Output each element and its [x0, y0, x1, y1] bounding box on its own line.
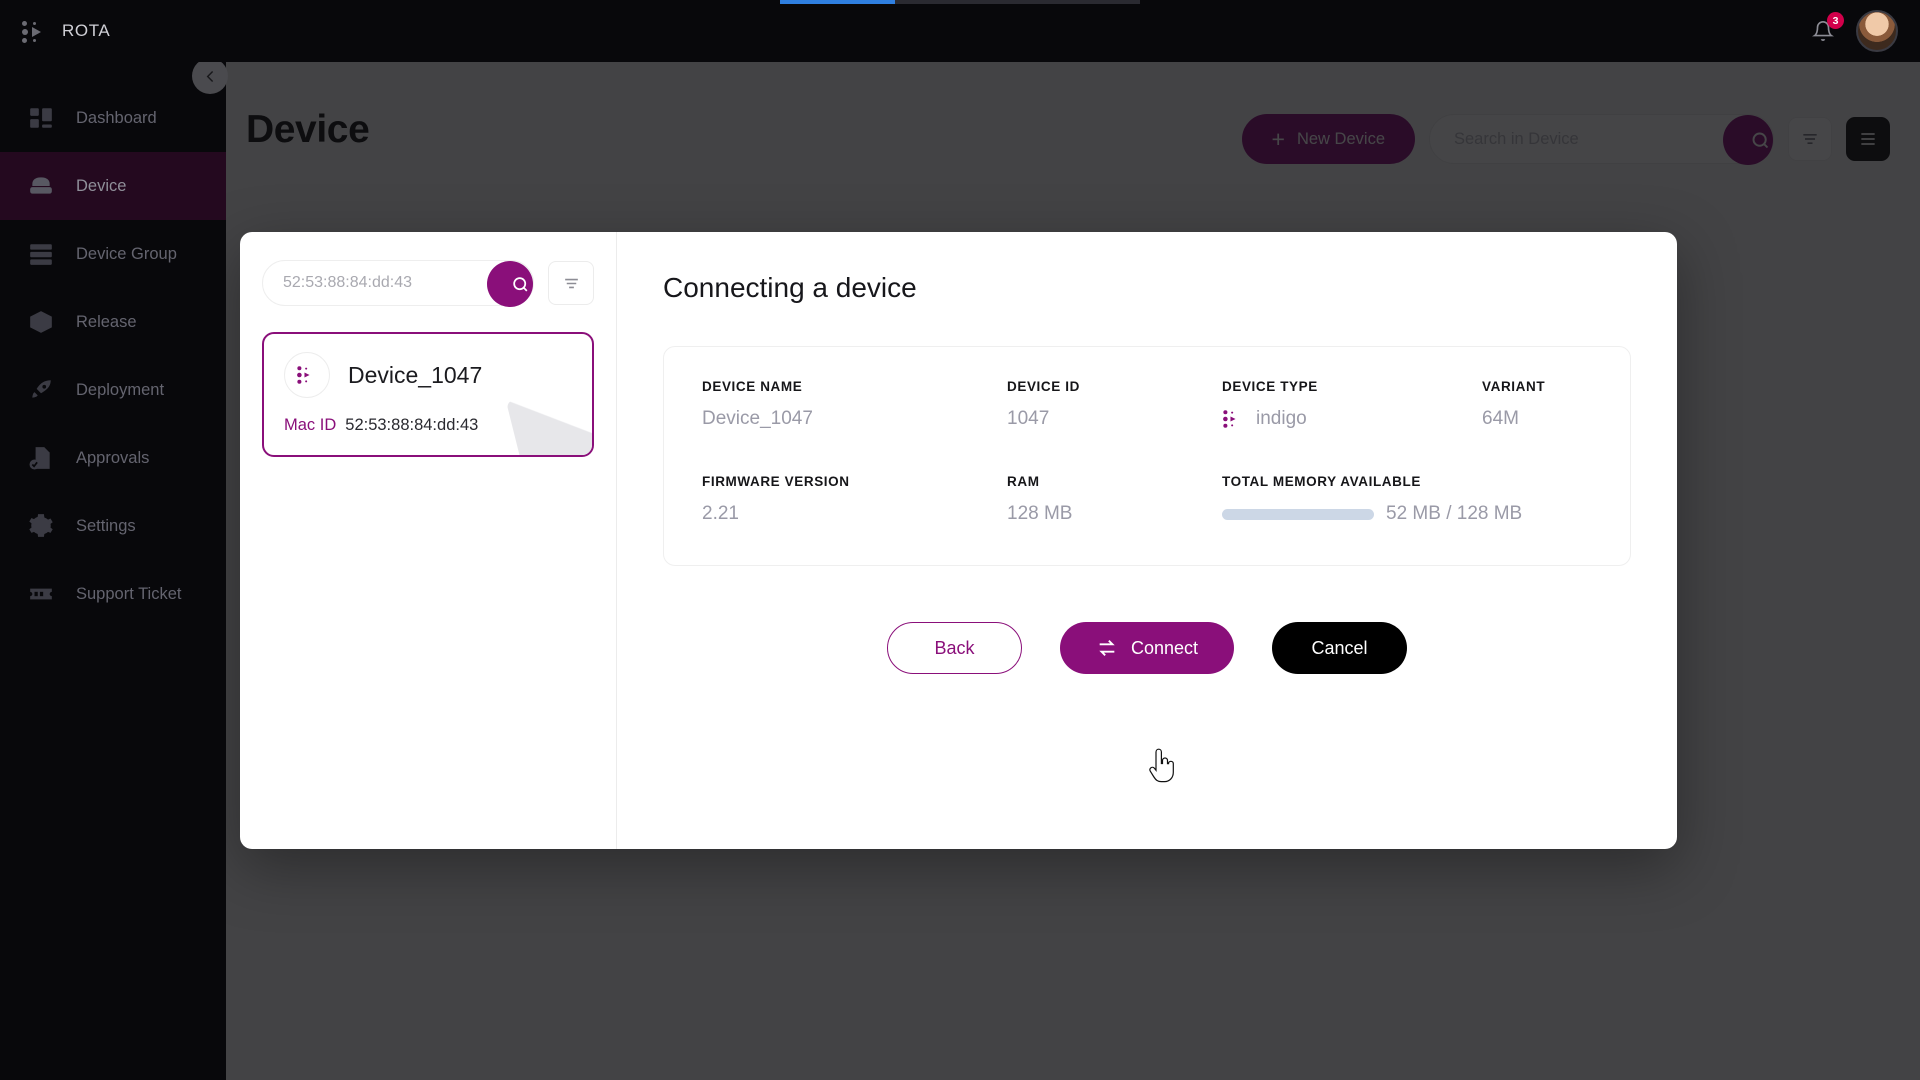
field-value-wrap: indigo — [1222, 408, 1482, 430]
sidebar-item-device-group[interactable]: Device Group — [0, 220, 226, 288]
field-total-memory: TOTAL MEMORY AVAILABLE 52 MB / 128 MB — [1222, 474, 1592, 525]
field-value-wrap: 52 MB / 128 MB — [1222, 503, 1592, 525]
sidebar-item-deployment[interactable]: Deployment — [0, 356, 226, 424]
box-icon — [26, 307, 56, 337]
field-value: indigo — [1256, 408, 1307, 430]
swap-icon — [1096, 637, 1118, 659]
field-variant: VARIANT 64M — [1482, 379, 1592, 430]
back-label: Back — [934, 638, 974, 659]
ticket-icon — [26, 579, 56, 609]
sidebar-collapse-button[interactable] — [192, 58, 228, 94]
back-button[interactable]: Back — [887, 622, 1022, 674]
field-label: DEVICE NAME — [702, 379, 1007, 394]
device-icon — [26, 171, 56, 201]
sidebar-item-release[interactable]: Release — [0, 288, 226, 356]
sidebar-item-label: Support Ticket — [76, 585, 181, 604]
field-firmware-version: FIRMWARE VERSION 2.21 — [702, 474, 1007, 525]
sidebar-item-label: Device Group — [76, 245, 177, 264]
modal-details-panel: Connecting a device DEVICE NAME Device_1… — [617, 232, 1677, 849]
field-value: 52 MB / 128 MB — [1386, 503, 1522, 525]
sidebar-item-settings[interactable]: Settings — [0, 492, 226, 560]
field-value: Device_1047 — [702, 408, 1007, 430]
sidebar-item-label: Release — [76, 313, 137, 332]
field-label: FIRMWARE VERSION — [702, 474, 1007, 489]
modal-device-list-panel: 52:53:88:84:dd:43 — [240, 232, 617, 849]
avatar[interactable] — [1856, 10, 1898, 52]
field-device-name: DEVICE NAME Device_1047 — [702, 379, 1007, 430]
brand-name: ROTA — [62, 21, 110, 41]
device-group-icon — [26, 239, 56, 269]
brand[interactable]: ROTA — [0, 18, 226, 44]
rocket-icon — [26, 375, 56, 405]
field-label: DEVICE TYPE — [1222, 379, 1482, 394]
device-list-search-row: 52:53:88:84:dd:43 — [262, 260, 594, 306]
field-label: DEVICE ID — [1007, 379, 1222, 394]
device-card-mac-value: 52:53:88:84:dd:43 — [345, 416, 478, 435]
search-icon — [511, 275, 530, 294]
device-list-item[interactable]: Device_1047 Mac ID 52:53:88:84:dd:43 — [262, 332, 594, 457]
indigo-dots-icon — [296, 364, 318, 386]
sidebar-item-support-ticket[interactable]: Support Ticket — [0, 560, 226, 628]
device-card-mac-label: Mac ID — [284, 416, 336, 435]
device-info-grid: DEVICE NAME Device_1047 DEVICE ID 1047 D… — [702, 379, 1592, 525]
field-ram: RAM 128 MB — [1007, 474, 1222, 525]
sidebar-item-device[interactable]: Device — [0, 152, 226, 220]
indigo-dots-icon — [1222, 408, 1244, 430]
document-check-icon — [26, 443, 56, 473]
mac-search-button[interactable] — [487, 261, 533, 307]
field-device-id: DEVICE ID 1047 — [1007, 379, 1222, 430]
field-value: 128 MB — [1007, 503, 1222, 525]
connecting-device-modal: 52:53:88:84:dd:43 — [240, 232, 1677, 849]
cancel-label: Cancel — [1312, 638, 1368, 659]
field-label: TOTAL MEMORY AVAILABLE — [1222, 474, 1592, 489]
notifications-button[interactable]: 3 — [1808, 16, 1838, 46]
mac-search-field[interactable]: 52:53:88:84:dd:43 — [262, 260, 534, 306]
device-list-filter-button[interactable] — [548, 261, 594, 305]
app-root: ROTA 3 Dashboard Device — [0, 0, 1920, 1080]
sidebar-item-label: Deployment — [76, 381, 164, 400]
cancel-button[interactable]: Cancel — [1272, 622, 1407, 674]
top-bar: ROTA 3 — [0, 0, 1920, 62]
field-label: VARIANT — [1482, 379, 1592, 394]
notification-badge: 3 — [1827, 12, 1844, 29]
top-bar-right: 3 — [1808, 10, 1920, 52]
dashboard-icon — [26, 103, 56, 133]
field-value: 1047 — [1007, 408, 1222, 430]
device-info-card: DEVICE NAME Device_1047 DEVICE ID 1047 D… — [663, 346, 1631, 566]
gear-icon — [26, 511, 56, 541]
sidebar-item-label: Device — [76, 177, 126, 196]
memory-progress-bar — [1222, 509, 1374, 520]
field-device-type: DEVICE TYPE indigo — [1222, 379, 1482, 430]
connect-label: Connect — [1131, 638, 1198, 659]
sidebar-item-dashboard[interactable]: Dashboard — [0, 84, 226, 152]
sidebar: Dashboard Device Device Group Release De — [0, 62, 226, 1080]
sidebar-item-label: Approvals — [76, 449, 149, 468]
mac-search-value: 52:53:88:84:dd:43 — [263, 274, 412, 292]
field-value: 64M — [1482, 408, 1592, 430]
device-card-name: Device_1047 — [348, 362, 482, 389]
modal-title: Connecting a device — [663, 272, 1631, 304]
connect-button[interactable]: Connect — [1060, 622, 1234, 674]
sidebar-item-label: Dashboard — [76, 109, 157, 128]
filter-icon — [562, 274, 581, 293]
chevron-left-icon — [202, 68, 219, 85]
device-type-badge-icon — [284, 352, 330, 398]
device-card-header: Device_1047 — [284, 352, 572, 398]
rota-logo-icon — [22, 18, 48, 44]
field-value: 2.21 — [702, 503, 1007, 525]
modal-actions: Back Connect Cancel — [663, 622, 1631, 674]
field-label: RAM — [1007, 474, 1222, 489]
sidebar-item-label: Settings — [76, 517, 136, 536]
page-load-progress — [780, 0, 1140, 4]
sidebar-item-approvals[interactable]: Approvals — [0, 424, 226, 492]
